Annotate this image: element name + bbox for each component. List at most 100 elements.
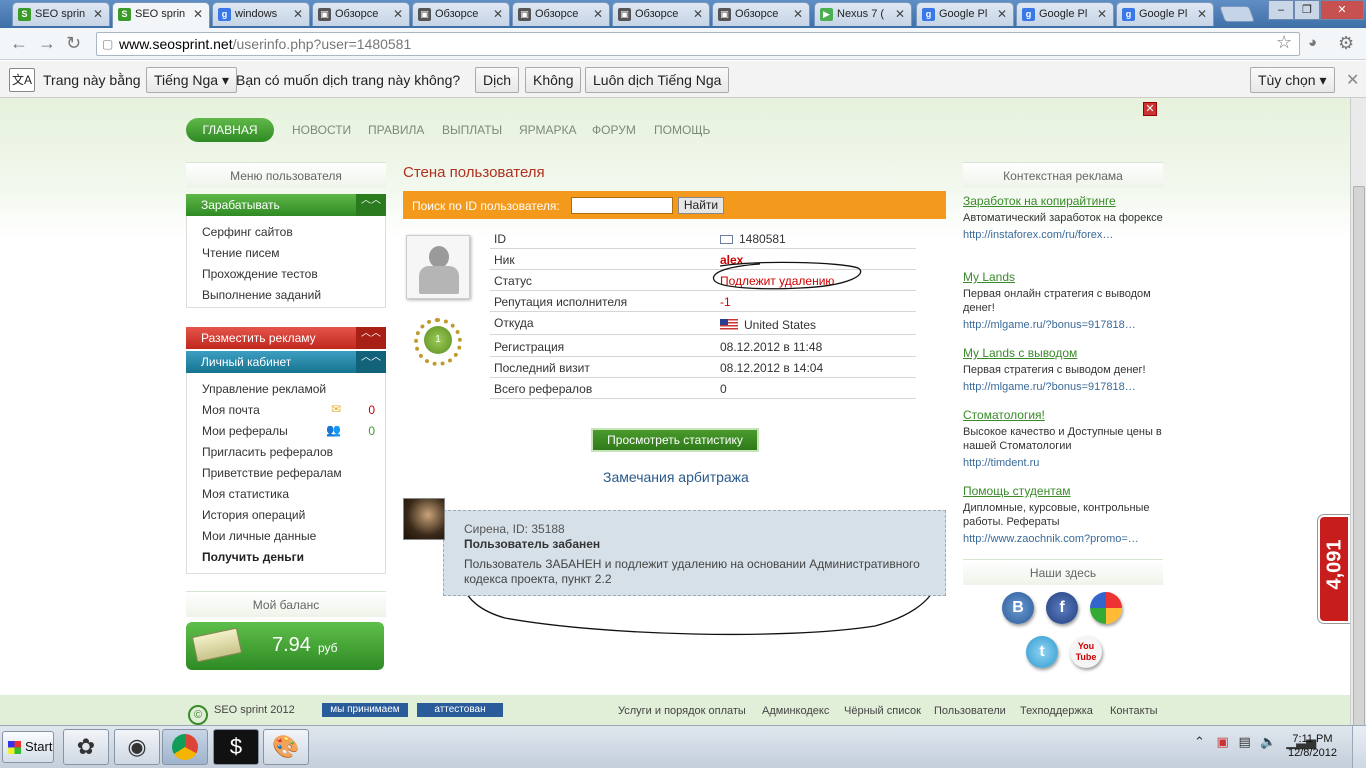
menu-my-referrals[interactable]: Мои рефералы <box>202 424 288 438</box>
paint-icon[interactable]: 🎨 <box>263 729 309 765</box>
browser-tab[interactable]: ▶ Nexus 7 (✕ <box>814 2 912 26</box>
menu-personal-data[interactable]: Мои личные данные <box>202 529 316 543</box>
ad-url[interactable]: http://www.zaochnik.com?promo=… <box>963 532 1167 546</box>
tab-close-icon[interactable]: ✕ <box>393 7 403 21</box>
volume-icon[interactable]: 🔈 <box>1260 734 1276 749</box>
ad-url[interactable]: http://mlgame.ru/?bonus=917818… <box>963 318 1167 332</box>
webmoney-badge[interactable]: мы принимаем <box>322 703 408 717</box>
browser-tab[interactable]: S SEO sprin ✕ <box>12 2 110 26</box>
tab-close-icon[interactable]: ✕ <box>1097 7 1107 21</box>
extension-icon[interactable]: ◕ <box>1308 34 1317 52</box>
nav-forum[interactable]: ФОРУМ <box>592 123 636 137</box>
menu-history[interactable]: История операций <box>202 508 305 522</box>
language-select[interactable]: Tiếng Nga ▾ <box>146 67 237 93</box>
menu-invite[interactable]: Пригласить рефералов <box>202 445 333 459</box>
messenger-icon[interactable]: ✿ <box>63 729 109 765</box>
reload-icon[interactable]: ↻ <box>66 34 81 52</box>
maximize-button[interactable]: ❐ <box>1294 0 1320 20</box>
commenter-avatar[interactable] <box>403 498 445 540</box>
tray-expand-icon[interactable]: ⌃ <box>1194 734 1205 749</box>
browser-tab[interactable]: ▣ Обзорсе ✕ <box>612 2 710 26</box>
address-bar[interactable]: ▢ www.seosprint.net/userinfo.php?user=14… <box>96 32 1300 56</box>
footer-link[interactable]: Админкодекс <box>762 705 829 717</box>
tab-close-icon[interactable]: ✕ <box>593 7 603 21</box>
back-icon[interactable]: ← <box>10 34 28 52</box>
attestation-badge[interactable]: аттестован <box>417 703 503 717</box>
arbitrage-link[interactable]: Замечания арбитража <box>603 469 749 485</box>
tab-close-icon[interactable]: ✕ <box>93 7 103 21</box>
ad-item[interactable]: Помощь студентам Дипломные, курсовые, кон… <box>963 484 1167 546</box>
find-button[interactable]: Найти <box>678 197 724 214</box>
ad-url[interactable]: http://instaforex.com/ru/forex… <box>963 228 1167 242</box>
vk-icon[interactable]: B <box>1002 592 1034 624</box>
footer-link[interactable]: Услуги и порядок оплаты <box>618 705 746 717</box>
google-icon[interactable] <box>1090 592 1122 624</box>
dollar-app-icon[interactable]: $ <box>213 729 259 765</box>
window-close-button[interactable]: ✕ <box>1320 0 1364 20</box>
menu-wrench-icon[interactable]: ⚙ <box>1338 34 1354 52</box>
menu-get-money[interactable]: Получить деньги <box>202 550 304 564</box>
menu-surfing[interactable]: Серфинг сайтов <box>202 225 293 239</box>
translate-button[interactable]: Dịch <box>475 67 520 93</box>
advertise-header[interactable]: Разместить рекламу ︿︿ <box>186 327 386 349</box>
nav-help[interactable]: ПОМОЩЬ <box>654 123 710 137</box>
show-desktop-button[interactable] <box>1352 726 1366 768</box>
browser-tab[interactable]: g windows ✕ <box>212 2 310 26</box>
tab-close-icon[interactable]: ✕ <box>1197 7 1207 21</box>
browser-tab[interactable]: ▣ Обзорсе ✕ <box>712 2 810 26</box>
footer-link[interactable]: Контакты <box>1110 705 1158 717</box>
ad-title[interactable]: Заработок на копирайтинге <box>963 194 1167 208</box>
ad-item[interactable]: My Lands Первая онлайн стратегия с выводо… <box>963 270 1167 332</box>
close-icon[interactable]: ✕ <box>1346 70 1359 90</box>
menu-tests[interactable]: Прохождение тестов <box>202 267 318 281</box>
menu-tasks[interactable]: Выполнение заданий <box>202 288 321 302</box>
scrollbar-thumb[interactable] <box>1353 186 1365 768</box>
menu-ad-manage[interactable]: Управление рекламой <box>202 382 326 396</box>
browser-tab[interactable]: S SEO sprin ✕ <box>112 2 210 28</box>
tab-close-icon[interactable]: ✕ <box>693 7 703 21</box>
options-button[interactable]: Tùy chọn ▾ <box>1250 67 1335 93</box>
forward-icon[interactable]: → <box>38 34 56 52</box>
nav-rules[interactable]: ПРАВИЛА <box>368 123 424 137</box>
tab-close-icon[interactable]: ✕ <box>493 7 503 21</box>
ad-title[interactable]: My Lands с выводом <box>963 346 1167 360</box>
view-stats-button[interactable]: Просмотреть статистику <box>591 428 759 452</box>
earn-header[interactable]: Зарабатывать ︿︿ <box>186 194 386 216</box>
no-translate-button[interactable]: Không <box>525 67 582 93</box>
ad-title[interactable]: My Lands <box>963 270 1167 284</box>
tab-close-icon[interactable]: ✕ <box>193 7 203 21</box>
footer-link[interactable]: Техподдержка <box>1020 705 1093 717</box>
ad-title[interactable]: Стоматология! <box>963 408 1167 422</box>
always-translate-button[interactable]: Luôn dịch Tiếng Nga <box>585 67 730 93</box>
ad-url[interactable]: http://mlgame.ru/?bonus=917818… <box>963 380 1167 394</box>
clock[interactable]: 7:11 PM 12/8/2012 <box>1288 732 1337 760</box>
mail-icon[interactable] <box>720 235 733 244</box>
close-icon[interactable]: ✕ <box>1143 102 1157 116</box>
ad-item[interactable]: My Lands с выводом Первая стратегия с выв… <box>963 346 1167 394</box>
footer-link[interactable]: Пользователи <box>934 705 1006 717</box>
browser-tab[interactable]: g Google Pl ✕ <box>1116 2 1214 26</box>
tab-close-icon[interactable]: ✕ <box>895 7 905 21</box>
nav-home[interactable]: ГЛАВНАЯ <box>186 118 274 142</box>
vertical-scrollbar[interactable] <box>1350 98 1366 768</box>
online-counter-widget[interactable]: 4,091 <box>1318 515 1350 623</box>
browser-tab[interactable]: g Google Pl ✕ <box>1016 2 1114 26</box>
browser-tab[interactable]: g Google Pl ✕ <box>916 2 1014 26</box>
balance-box[interactable]: 7.94 руб <box>186 622 384 670</box>
cabinet-header[interactable]: Личный кабинет ︿︿ <box>186 351 386 373</box>
nav-news[interactable]: НОВОСТИ <box>292 123 351 137</box>
menu-my-mail[interactable]: Моя почта <box>202 403 260 417</box>
start-button[interactable]: Start <box>2 731 54 763</box>
youtube-icon[interactable]: You Tube <box>1070 636 1102 668</box>
chrome-icon[interactable] <box>162 729 208 765</box>
menu-read-mail[interactable]: Чтение писем <box>202 246 280 260</box>
facebook-icon[interactable]: f <box>1046 592 1078 624</box>
tray-app-icon[interactable]: ▣ <box>1217 734 1229 749</box>
nav-fair[interactable]: ЯРМАРКА <box>519 123 577 137</box>
tab-close-icon[interactable]: ✕ <box>793 7 803 21</box>
menu-greeting[interactable]: Приветствие рефералам <box>202 466 342 480</box>
bookmark-star-icon[interactable]: ☆ <box>1276 32 1292 53</box>
nav-payouts[interactable]: ВЫПЛАТЫ <box>442 123 502 137</box>
user-id-input[interactable] <box>571 197 673 214</box>
ad-title[interactable]: Помощь студентам <box>963 484 1167 498</box>
